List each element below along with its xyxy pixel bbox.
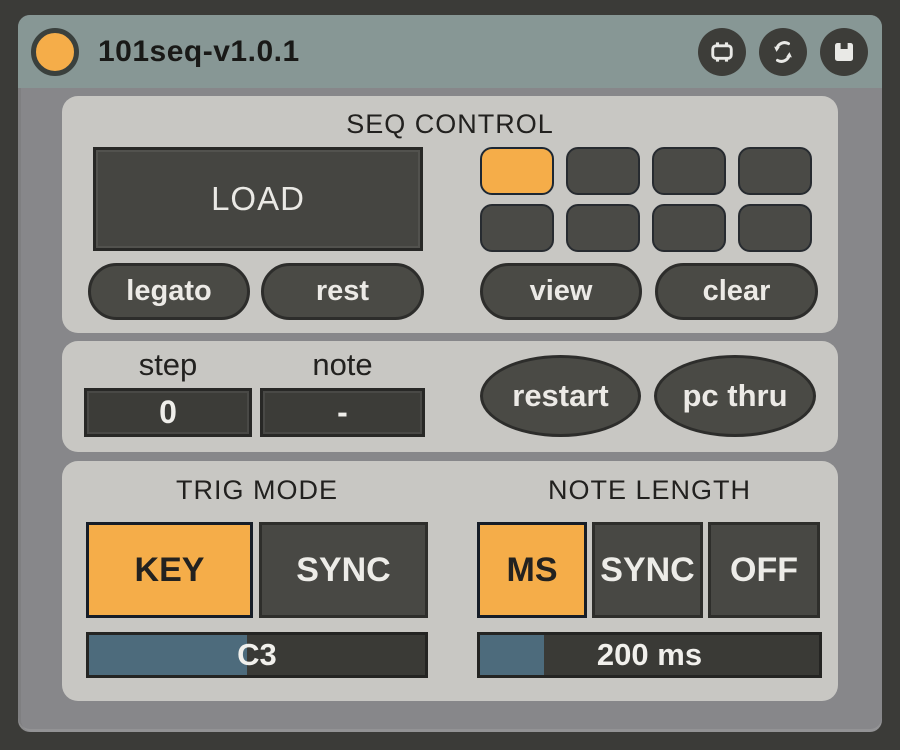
presentation-mode-button[interactable] [698,28,746,76]
view-button[interactable]: view [480,263,642,320]
step-grid-row-2 [480,204,818,252]
note-length-slider-value: 200 ms [480,635,819,675]
seq-control-title: SEQ CONTROL [62,109,838,140]
trig-mode-sync-button[interactable]: SYNC [259,522,428,618]
save-button[interactable] [820,28,868,76]
grid-cell-2[interactable] [566,147,640,195]
load-button[interactable]: LOAD [93,147,423,251]
step-grid-row-1 [480,147,818,195]
step-display[interactable]: 0 [84,388,252,437]
device-title: 101seq-v1.0.1 [98,35,300,69]
grid-cell-6[interactable] [566,204,640,252]
grid-cell-5[interactable] [480,204,554,252]
device-led[interactable] [31,28,79,76]
title-bar-buttons [698,28,868,76]
sync-button[interactable] [759,28,807,76]
status-panel: step note 0 - restart pc thru [62,341,838,452]
rest-button[interactable]: rest [261,263,424,320]
note-length-slider[interactable]: 200 ms [477,632,822,678]
legato-button[interactable]: legato [88,263,250,320]
note-label: note [260,347,425,383]
trig-mode-title: TRIG MODE [86,475,428,506]
frame-icon [707,37,737,67]
key-note-slider-value: C3 [89,635,425,675]
grid-cell-3[interactable] [652,147,726,195]
pc-thru-button[interactable]: pc thru [654,355,816,437]
step-grid [480,147,818,261]
clear-button[interactable]: clear [655,263,818,320]
note-length-off-button[interactable]: OFF [708,522,820,618]
key-note-slider[interactable]: C3 [86,632,428,678]
note-length-sync-button[interactable]: SYNC [592,522,703,618]
restart-button[interactable]: restart [480,355,641,437]
grid-cell-7[interactable] [652,204,726,252]
modes-panel: TRIG MODE NOTE LENGTH KEY SYNC C3 MS SYN… [62,461,838,701]
refresh-icon [768,37,798,67]
seq-control-panel: SEQ CONTROL LOAD legato rest view clear [62,96,838,333]
note-length-ms-button[interactable]: MS [477,522,587,618]
device-window: 101seq-v1.0.1 [18,15,882,732]
note-length-title: NOTE LENGTH [477,475,822,506]
floppy-icon [829,37,859,67]
trig-mode-key-button[interactable]: KEY [86,522,253,618]
grid-cell-8[interactable] [738,204,812,252]
title-bar: 101seq-v1.0.1 [18,15,882,88]
grid-cell-4[interactable] [738,147,812,195]
step-label: step [84,347,252,383]
grid-cell-1[interactable] [480,147,554,195]
note-display[interactable]: - [260,388,425,437]
